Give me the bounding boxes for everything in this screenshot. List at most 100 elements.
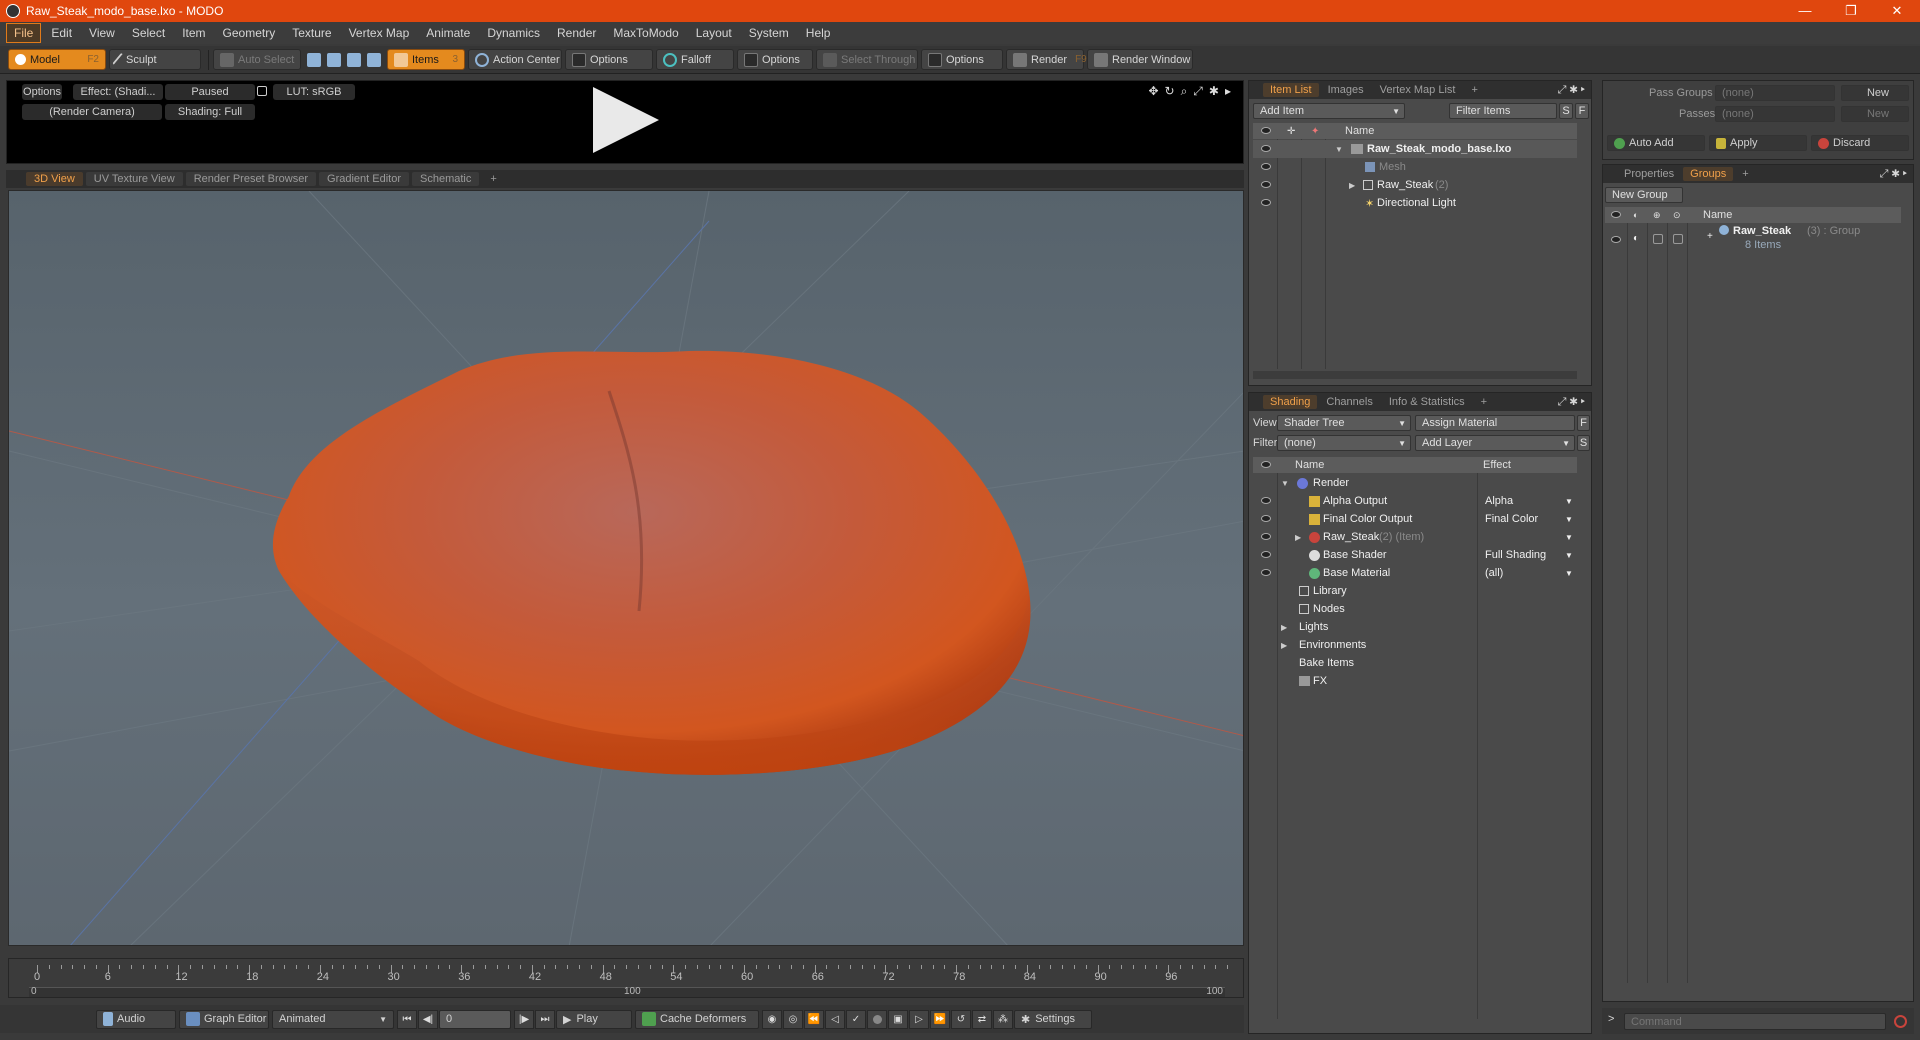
items-mode-button[interactable]: Items 3 xyxy=(387,49,465,70)
shader-row[interactable]: ▼ Render xyxy=(1253,474,1577,492)
visibility-eye-icon[interactable] xyxy=(1261,551,1271,558)
shader-row[interactable]: Bake Items xyxy=(1253,654,1577,672)
lut-dropdown[interactable]: LUT: sRGB xyxy=(273,84,355,100)
expand-arrow-icon[interactable]: ▼ xyxy=(1281,479,1289,488)
sculpt-mode-button[interactable]: Sculpt xyxy=(109,49,201,70)
select-through-button[interactable]: Select Through xyxy=(816,49,918,70)
shader-row[interactable]: ▶ Environments xyxy=(1253,636,1577,654)
filter-s-button[interactable]: S xyxy=(1559,103,1573,119)
tab-info-statistics[interactable]: Info & Statistics xyxy=(1382,395,1472,409)
pass-groups-dropdown[interactable]: (none) xyxy=(1715,85,1835,101)
visibility-eye-icon[interactable] xyxy=(1261,181,1271,188)
chevron-down-icon[interactable]: ▼ xyxy=(1565,515,1573,524)
menu-maxtomodo[interactable]: MaxToModo xyxy=(606,24,685,42)
visibility-eye-icon[interactable] xyxy=(1261,515,1271,522)
expand-arrow-icon[interactable]: ▶ xyxy=(1349,181,1357,190)
item-row[interactable]: ✶ Directional Light xyxy=(1253,194,1577,212)
tab-schematic[interactable]: Schematic xyxy=(412,172,480,186)
item-row[interactable]: ▼ Raw_Steak_modo_base.lxo xyxy=(1253,140,1577,158)
add-tab-button[interactable]: + xyxy=(1735,167,1755,181)
gear-icon[interactable]: ✱ xyxy=(1209,84,1219,99)
render-toggle-icon[interactable]: ◐ xyxy=(1633,233,1639,244)
add-tab-button[interactable]: + xyxy=(482,172,504,186)
expand-arrow-icon[interactable]: ▶ xyxy=(1281,641,1289,650)
tab-channels[interactable]: Channels xyxy=(1319,395,1379,409)
item-row[interactable]: Mesh xyxy=(1253,158,1577,176)
loop-icon[interactable]: ↺ xyxy=(951,1009,971,1029)
animated-dropdown[interactable]: Animated ▼ xyxy=(272,1009,394,1029)
go-to-end-icon[interactable]: ⏭ xyxy=(535,1009,555,1029)
filter-dropdown[interactable]: (none) ▼ xyxy=(1277,435,1411,451)
shader-row[interactable]: Final Color Output Final Color ▼ xyxy=(1253,510,1577,528)
tab-properties[interactable]: Properties xyxy=(1617,167,1681,181)
move-icon[interactable]: ✥ xyxy=(1148,84,1158,99)
lock-icon[interactable] xyxy=(257,86,267,96)
item-row[interactable]: ▶ Raw_Steak (2) xyxy=(1253,176,1577,194)
zoom-icon[interactable]: ⌕ xyxy=(1181,84,1188,99)
view-dropdown[interactable]: Shader Tree ▼ xyxy=(1277,415,1411,431)
menu-vertex-map[interactable]: Vertex Map xyxy=(342,24,417,42)
edges-mode-icon[interactable] xyxy=(327,52,341,67)
command-history-icon[interactable] xyxy=(1894,1015,1907,1028)
action-center-button[interactable]: Action Center xyxy=(468,49,562,70)
cache-deformers-button[interactable]: Cache Deformers xyxy=(635,1009,759,1029)
visibility-eye-icon[interactable] xyxy=(1261,199,1271,206)
auto-select-button[interactable]: Auto Select xyxy=(213,49,301,70)
menu-geometry[interactable]: Geometry xyxy=(216,24,283,42)
materials-mode-icon[interactable] xyxy=(367,52,381,67)
menu-layout[interactable]: Layout xyxy=(689,24,739,42)
shader-row[interactable]: Alpha Output Alpha ▼ xyxy=(1253,492,1577,510)
vertices-mode-icon[interactable] xyxy=(307,52,321,67)
panel-gear-icon[interactable]: ⤢ ✱ ▸ xyxy=(1558,84,1585,97)
expand-plus-icon[interactable]: + xyxy=(1707,231,1713,242)
polygons-mode-icon[interactable] xyxy=(347,52,361,67)
tab-vertex-map-list[interactable]: Vertex Map List xyxy=(1373,83,1463,97)
keyframe-icon[interactable]: ◉ xyxy=(762,1009,782,1029)
menu-select[interactable]: Select xyxy=(125,24,172,42)
record-icon[interactable] xyxy=(867,1009,887,1029)
group-row[interactable]: ◐ + Raw_Steak (3) : Group 8 Items xyxy=(1605,225,1901,255)
3d-viewport[interactable] xyxy=(8,190,1244,946)
close-button[interactable]: ✕ xyxy=(1874,0,1920,22)
chevron-down-icon[interactable]: ▼ xyxy=(1565,569,1573,578)
new-pass-button[interactable]: New xyxy=(1841,106,1909,122)
apply-button[interactable]: Apply xyxy=(1709,135,1807,151)
auto-add-button[interactable]: Auto Add xyxy=(1607,135,1705,151)
render-button[interactable]: Render F9 xyxy=(1006,49,1087,70)
render-camera-dropdown[interactable]: (Render Camera) xyxy=(22,104,162,120)
chevron-down-icon[interactable]: ▼ xyxy=(1565,551,1573,560)
go-to-start-icon[interactable]: ⏮ xyxy=(397,1009,417,1029)
model-mode-button[interactable]: Model F2 xyxy=(8,49,106,70)
select-through-options-button[interactable]: Options xyxy=(921,49,1003,70)
passes-dropdown[interactable]: (none) xyxy=(1715,106,1835,122)
timeline[interactable]: 0 6 12 18 24 30 36 42 48 54 60 66 72 78 84 90 96 0 100 100 xyxy=(8,958,1244,998)
add-tab-button[interactable]: + xyxy=(1464,83,1484,97)
shading-dropdown[interactable]: Shading: Full xyxy=(165,104,255,120)
discard-button[interactable]: Discard xyxy=(1811,135,1909,151)
add-layer-dropdown[interactable]: Add Layer ▼ xyxy=(1415,435,1575,451)
render-window-button[interactable]: Render Window xyxy=(1087,49,1193,70)
settings-button[interactable]: ✱ Settings xyxy=(1014,1009,1092,1029)
rotate-icon[interactable]: ↻ xyxy=(1165,84,1175,99)
shading-s-button[interactable]: S xyxy=(1577,435,1590,451)
tab-shading[interactable]: Shading xyxy=(1263,395,1318,409)
visibility-eye-icon[interactable] xyxy=(1261,569,1271,576)
auto-key-icon[interactable]: ◎ xyxy=(783,1009,803,1029)
next-key-icon[interactable]: |▶ xyxy=(514,1009,534,1029)
menu-arrow-icon[interactable]: ▸ xyxy=(1225,84,1231,99)
shader-row[interactable]: ▶ Lights xyxy=(1253,618,1577,636)
menu-texture[interactable]: Texture xyxy=(285,24,338,42)
tab-images[interactable]: Images xyxy=(1321,83,1371,97)
tab-groups[interactable]: Groups xyxy=(1683,167,1734,181)
expand-arrow-icon[interactable]: ▶ xyxy=(1295,533,1303,542)
expand-arrow-icon[interactable]: ▼ xyxy=(1335,145,1343,154)
visibility-eye-icon[interactable] xyxy=(1261,145,1271,152)
assign-material-button[interactable]: Assign Material xyxy=(1415,415,1575,431)
menu-dynamics[interactable]: Dynamics xyxy=(480,24,547,42)
key-set-icon[interactable]: ✓ xyxy=(846,1009,866,1029)
tab-item-list[interactable]: Item List xyxy=(1263,83,1319,97)
menu-animate[interactable]: Animate xyxy=(419,24,477,42)
minimize-button[interactable]: — xyxy=(1782,0,1828,22)
timeline-range-bar[interactable]: 0 100 100 xyxy=(29,986,1225,997)
play-icon[interactable] xyxy=(593,87,659,153)
